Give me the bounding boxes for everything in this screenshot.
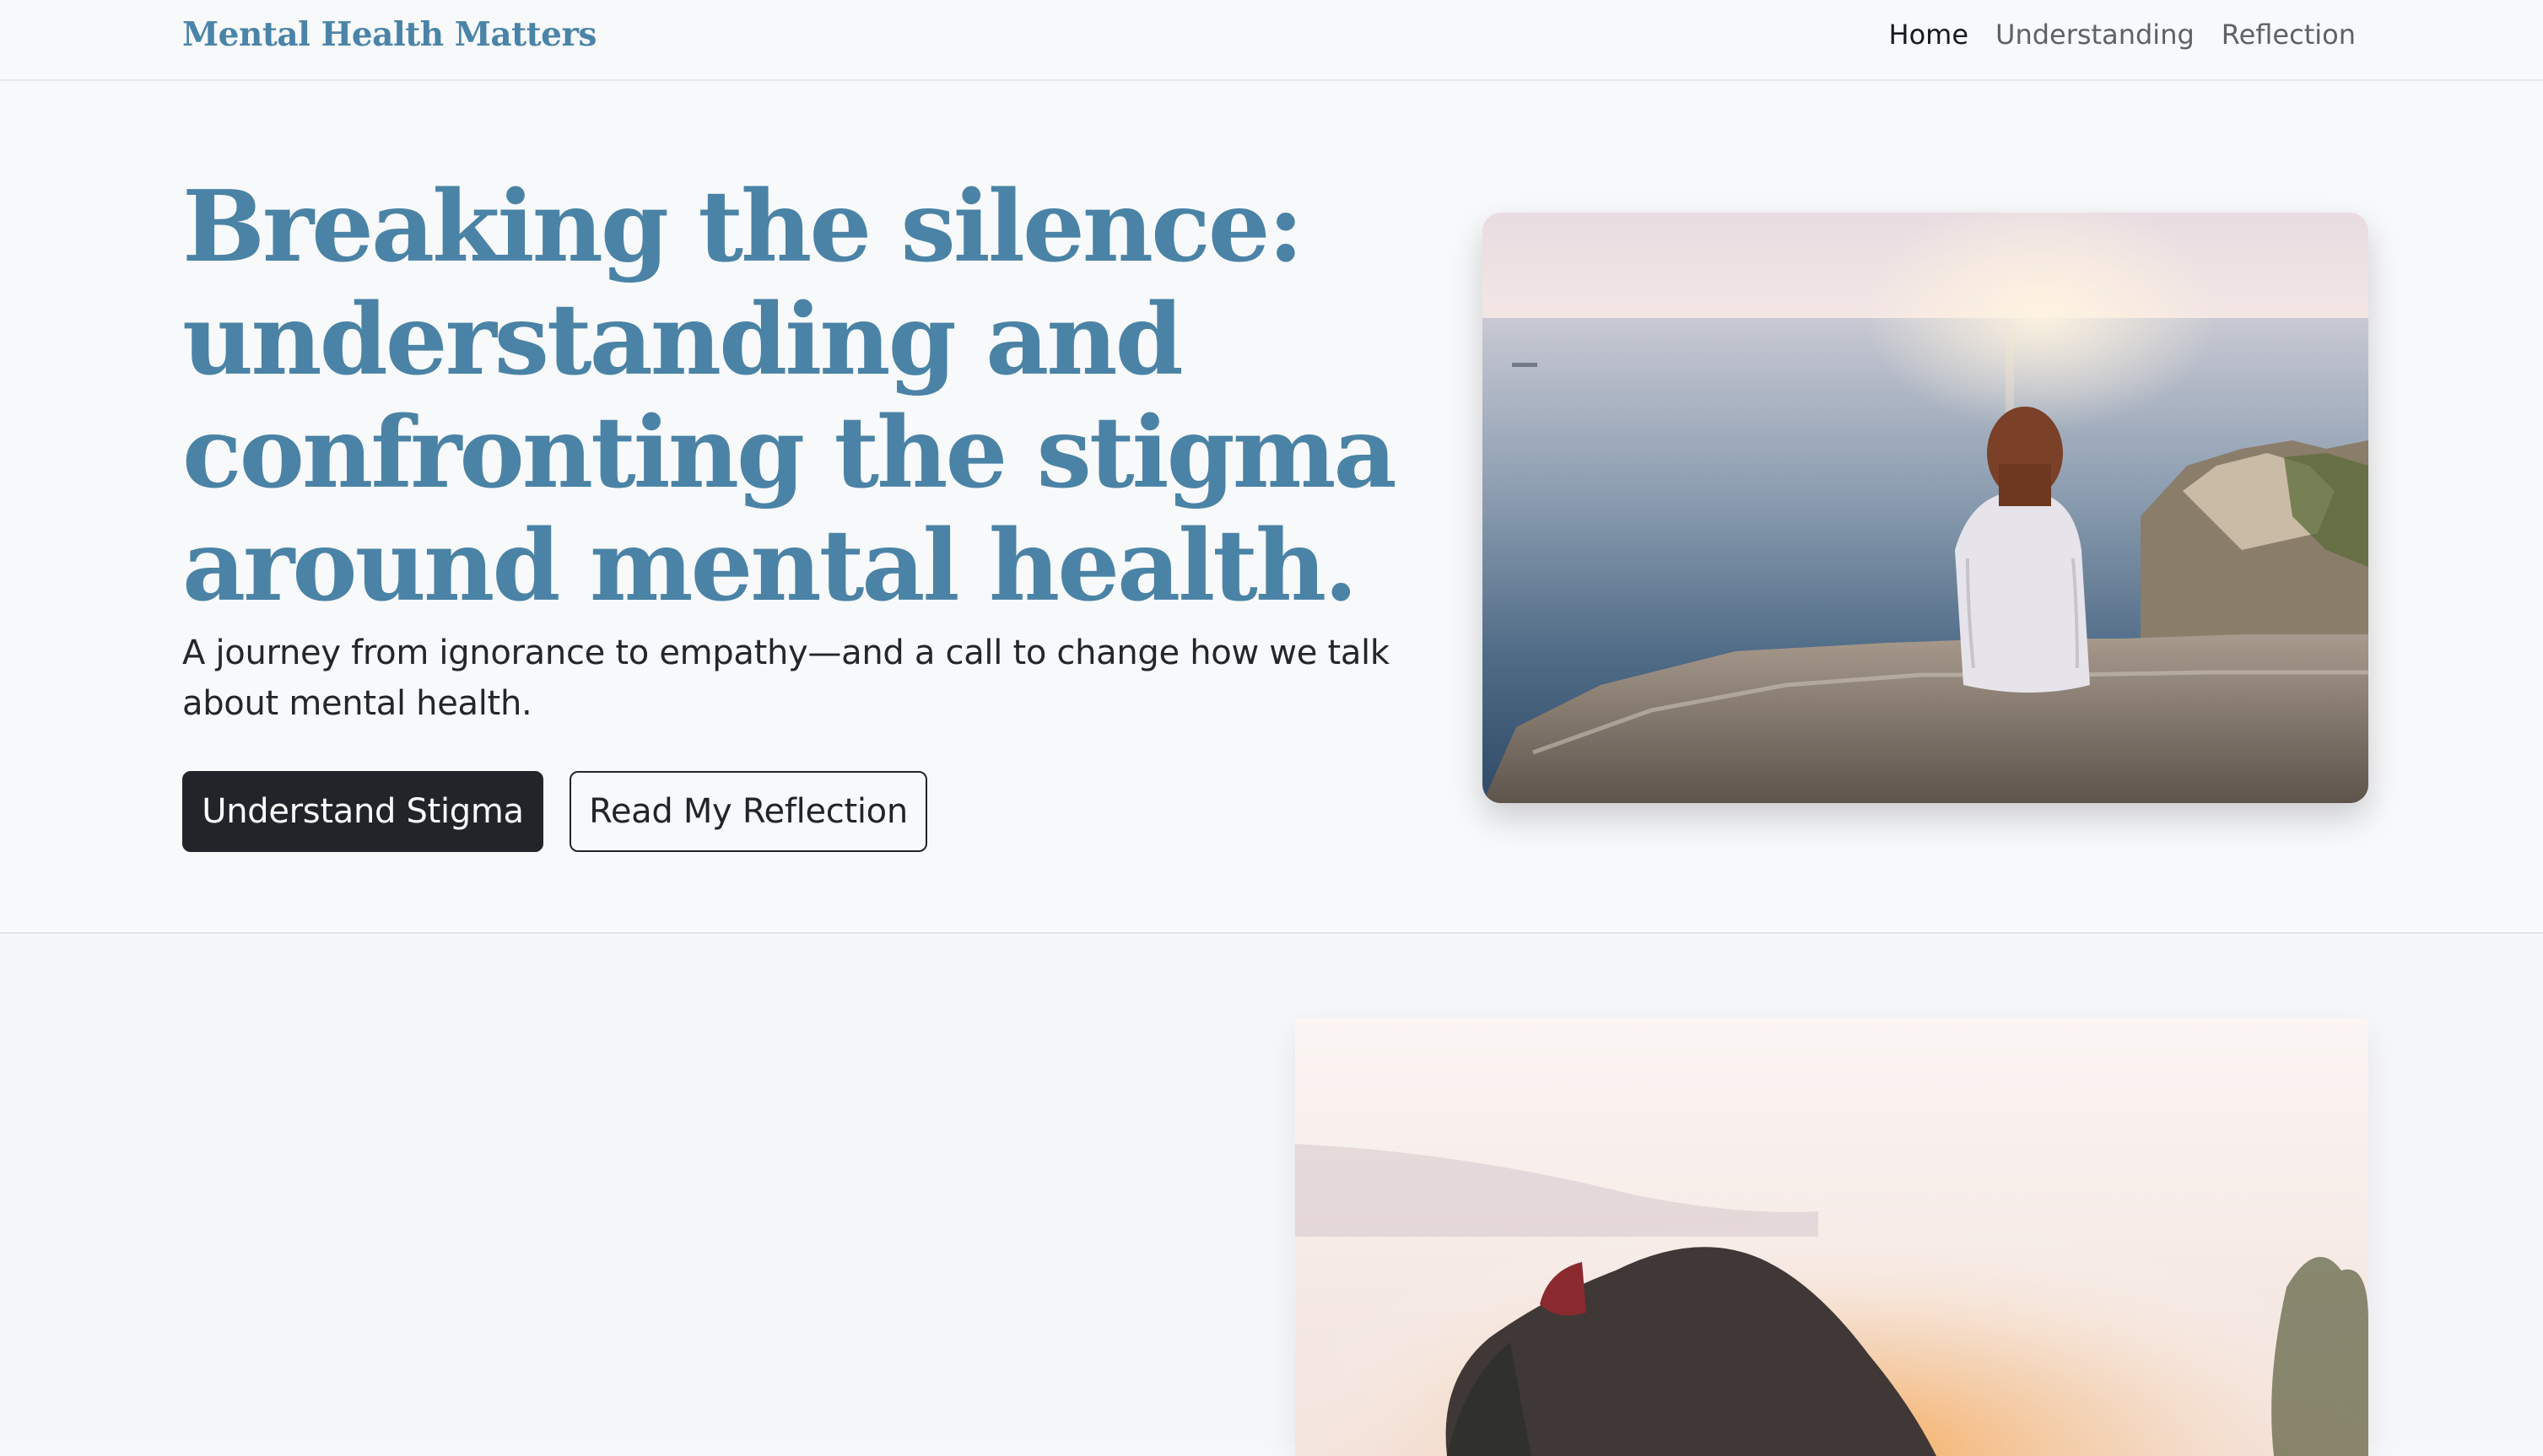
understand-stigma-button[interactable]: Understand Stigma (182, 771, 543, 852)
top-navbar: Mental Health Matters Home Understanding… (0, 0, 2543, 81)
seaside-photo (1482, 213, 2368, 803)
hero-subtitle: A journey from ignorance to empathy—and … (182, 634, 1390, 723)
nav-links: Home Understanding Reflection (1889, 15, 2356, 54)
person-curled-sunset-image (1295, 1017, 2368, 1456)
read-my-reflection-button[interactable]: Read My Reflection (570, 771, 927, 852)
hero-image-woman-seaside (1482, 213, 2368, 803)
sunset-person-photo (1295, 1017, 2368, 1456)
nav-link-understanding[interactable]: Understanding (1995, 15, 2195, 54)
nav-link-home[interactable]: Home (1889, 15, 1969, 54)
hero-section: Breaking the silence: understanding and … (0, 81, 2543, 934)
understanding-section (0, 935, 2543, 1456)
hero-title: Breaking the silence: understanding and … (182, 170, 1397, 623)
brand-logo-link[interactable]: Mental Health Matters (182, 13, 597, 56)
nav-link-reflection[interactable]: Reflection (2222, 15, 2356, 54)
